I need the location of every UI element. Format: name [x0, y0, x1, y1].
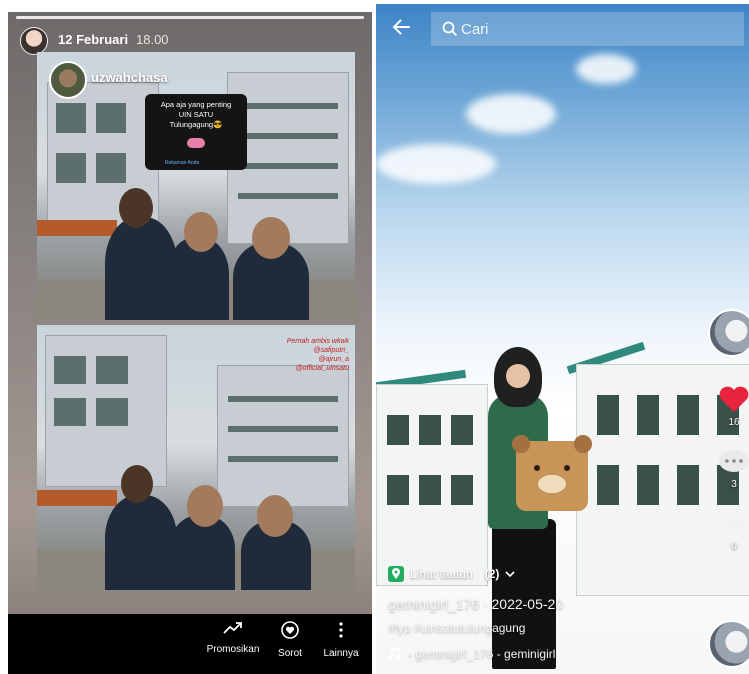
like-count: 16	[728, 417, 740, 428]
person-head	[121, 465, 153, 503]
view-link-label: Lihat tautan	[410, 567, 473, 581]
sunglasses-emoji-icon	[187, 138, 205, 148]
search-icon	[442, 21, 458, 37]
account-name[interactable]: uzwahchasa	[91, 70, 168, 85]
campus-sign	[37, 220, 117, 236]
cloud	[576, 54, 636, 84]
creator-name[interactable]: geminigirl_176 · 2022-05-20	[388, 596, 563, 612]
cloud	[376, 144, 496, 184]
campus-sign	[37, 490, 117, 506]
search-bar[interactable]	[431, 12, 744, 46]
question-sticker[interactable]: Apa aja yang penting UIN SATU Tulungagun…	[145, 94, 247, 170]
sticker-text: Apa aja yang penting UIN SATU Tulungagun…	[160, 100, 232, 129]
chevron-down-icon	[505, 571, 515, 578]
heart-circle-icon	[281, 621, 299, 639]
more-button[interactable]: Lainnya	[318, 620, 364, 659]
share-icon	[721, 513, 747, 535]
person-face	[506, 364, 530, 388]
like-button[interactable]: 16	[714, 384, 749, 428]
mention-text[interactable]: Pernah ambis wkwk @safiputri_ @ajrun_a @…	[287, 337, 349, 373]
account-avatar[interactable]	[49, 61, 87, 99]
heart-icon	[719, 386, 749, 412]
view-link-button[interactable]: Lihat tautan (2)	[388, 563, 515, 585]
person-head	[187, 485, 223, 527]
comment-count: 3	[731, 479, 737, 490]
search-input[interactable]	[461, 12, 721, 46]
sticker-footer: Rekaman Anda	[165, 160, 200, 166]
story-photo-bottom[interactable]: Pernah ambis wkwk @safiputri_ @ajrun_a @…	[37, 325, 355, 590]
back-button[interactable]	[392, 18, 412, 41]
music-info[interactable]: - geminigirl_176 - geminigirl	[388, 647, 555, 661]
location-pin-icon	[388, 566, 404, 582]
link-count: (2)	[484, 567, 500, 581]
building-image	[376, 384, 488, 586]
comment-button[interactable]: 3	[714, 448, 749, 490]
more-vertical-icon	[339, 622, 343, 638]
story-time: 18.00	[136, 32, 169, 47]
music-label: - geminigirl_176 - geminigirl	[408, 647, 556, 661]
more-label: Lainnya	[323, 648, 359, 659]
person-head	[252, 217, 290, 259]
music-disc[interactable]	[708, 620, 749, 668]
promote-label: Promosikan	[206, 644, 260, 655]
music-note-icon	[388, 647, 400, 661]
building-image	[45, 335, 167, 487]
person-image	[105, 495, 177, 590]
bear-tote-bag	[512, 435, 592, 511]
story-panel: 12 Februari 18.00 uzwahchasa Apa aja yan…	[8, 12, 372, 674]
person-head	[184, 212, 218, 252]
video-panel[interactable]: 16 3 0 Lihat tautan (2) geminigirl_176 ·…	[376, 4, 749, 674]
story-progress-bar	[16, 16, 364, 19]
promote-button[interactable]: Promosikan	[198, 620, 268, 655]
hashtags[interactable]: #fyp #uinsatutulungagung	[388, 621, 525, 635]
comment-icon	[719, 450, 749, 472]
highlight-label: Sorot	[278, 648, 302, 659]
back-arrow-icon	[392, 19, 410, 35]
share-count: 0	[731, 541, 737, 552]
creator-avatar[interactable]	[708, 309, 749, 357]
cloud	[466, 94, 556, 134]
story-date: 12 Februari	[58, 32, 129, 47]
story-action-bar: Promosikan Sorot Lainnya	[8, 614, 372, 674]
highlight-button[interactable]: Sorot	[270, 620, 310, 659]
trend-arrow-icon	[223, 622, 242, 634]
shared-post-photo-top[interactable]: uzwahchasa Apa aja yang penting UIN SATU…	[37, 52, 355, 320]
person-head	[119, 188, 153, 228]
story-owner-avatar[interactable]	[20, 27, 48, 55]
share-button[interactable]: 0	[714, 510, 749, 552]
person-head	[257, 495, 293, 537]
building-image	[217, 365, 349, 507]
